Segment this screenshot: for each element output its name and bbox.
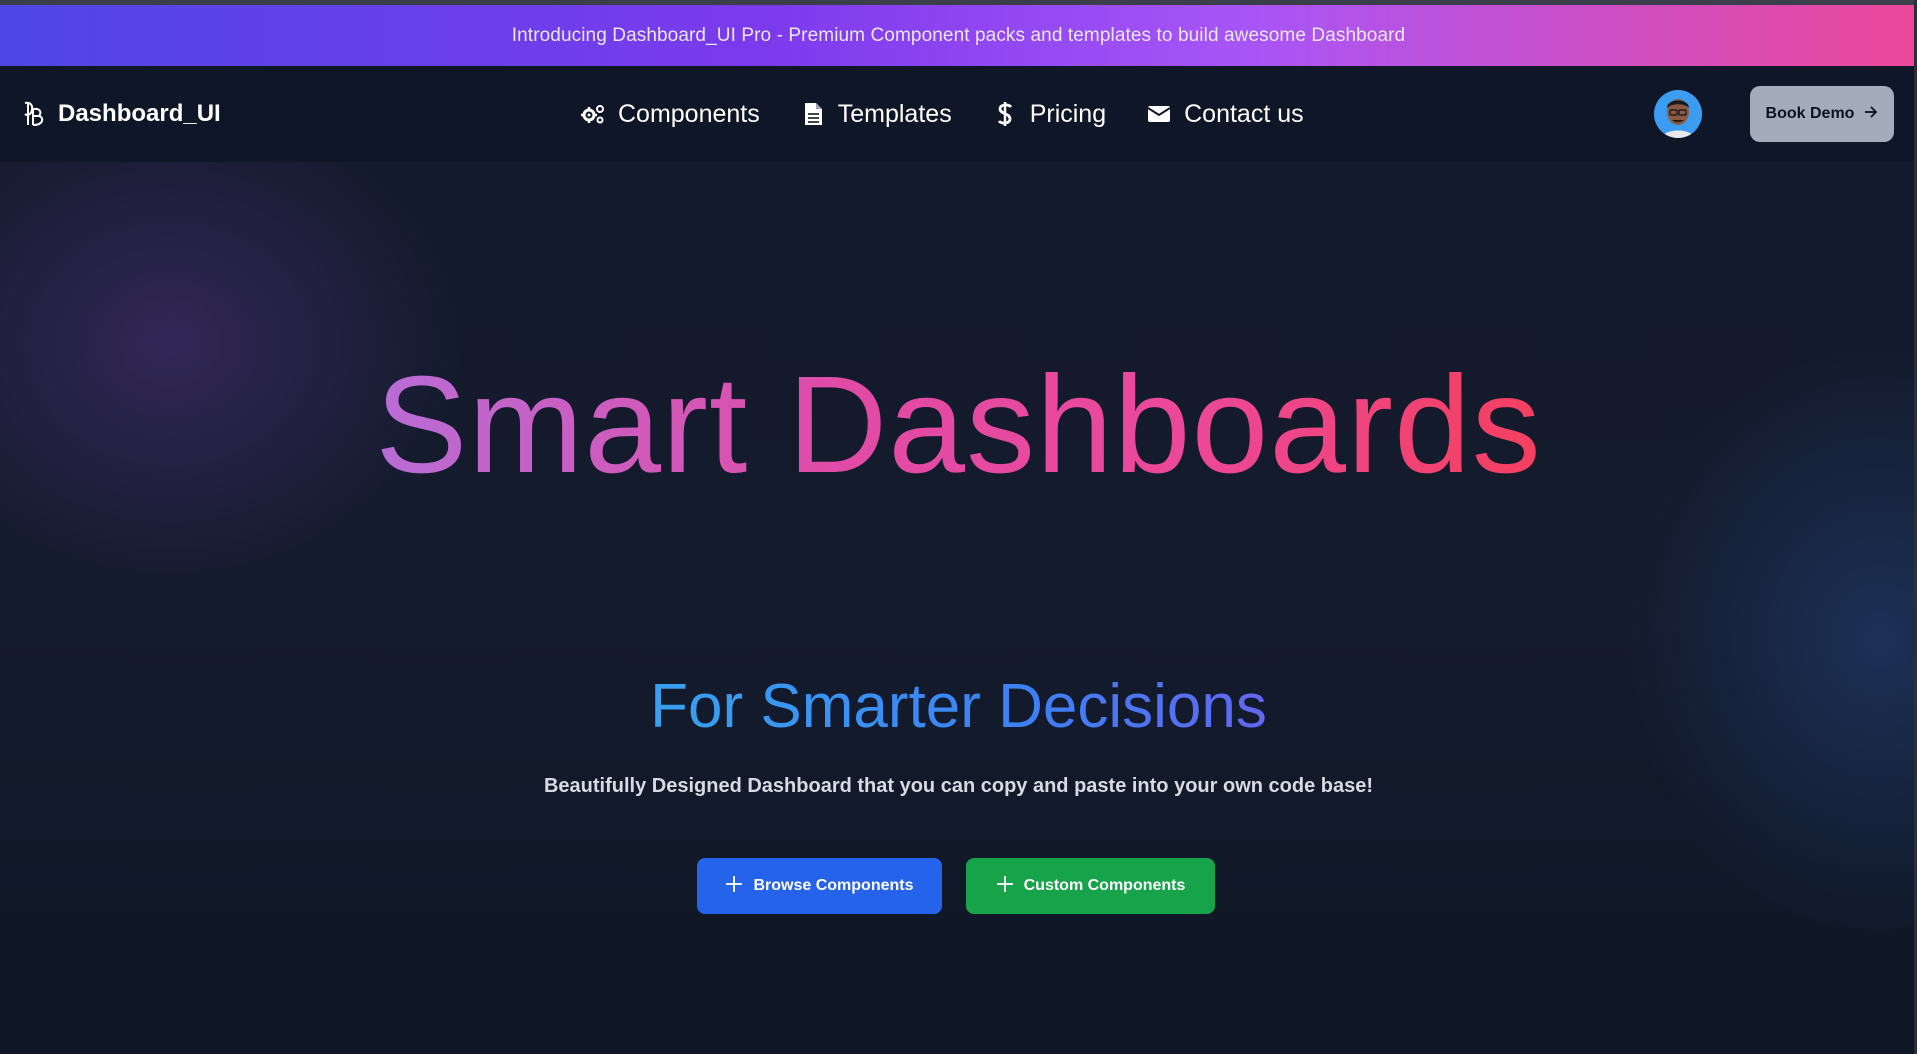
nav-item-label: Contact us	[1184, 99, 1304, 128]
hero-tagline: Beautifully Designed Dashboard that you …	[543, 775, 1374, 797]
hero-subheadline: For Smarter Decisions	[0, 670, 1917, 744]
nav-item-contact[interactable]: Contact us	[1146, 100, 1304, 129]
db-monogram-icon	[18, 97, 52, 131]
avatar[interactable]	[1654, 90, 1702, 138]
arrow-right-icon	[1864, 105, 1878, 123]
plus-icon	[996, 875, 1014, 898]
browse-components-button[interactable]: Browse Components	[697, 858, 942, 914]
nav-item-label: Templates	[837, 99, 952, 128]
nav-item-label: Pricing	[1029, 99, 1107, 128]
custom-components-label: Custom Components	[1023, 877, 1186, 894]
announcement-bar[interactable]: Introducing Dashboard_UI Pro - Premium C…	[0, 5, 1917, 66]
page: Introducing Dashboard_UI Pro - Premium C…	[0, 0, 1917, 1054]
main-nav: Components Templates Pricing Contact us	[580, 94, 1344, 134]
navbar: Dashboard_UI Components Templates Pricin…	[0, 66, 1917, 162]
announcement-text[interactable]: Introducing Dashboard_UI Pro - Premium C…	[512, 25, 1405, 47]
hero-subheadline-text: For Smarter Decisions	[650, 672, 1267, 741]
hero-section	[0, 162, 1917, 1054]
nav-item-label: Components	[618, 99, 760, 128]
nav-item-components[interactable]: Components	[580, 100, 760, 129]
brand[interactable]: Dashboard_UI	[18, 94, 221, 134]
plus-icon	[725, 875, 743, 898]
book-demo-label: Book Demo	[1765, 105, 1855, 122]
dollar-icon	[992, 101, 1018, 127]
book-demo-button[interactable]: Book Demo	[1750, 86, 1894, 142]
envelope-icon	[1146, 101, 1172, 127]
gears-icon	[580, 101, 606, 127]
hero-headline-text: Smart Dashboards	[375, 348, 1542, 502]
document-icon	[800, 101, 826, 127]
custom-components-button[interactable]: Custom Components	[966, 858, 1215, 914]
nav-item-pricing[interactable]: Pricing	[992, 100, 1106, 129]
browse-components-label: Browse Components	[753, 877, 914, 894]
nav-item-templates[interactable]: Templates	[800, 100, 952, 129]
brand-name: Dashboard_UI	[58, 100, 221, 127]
hero-headline: Smart Dashboards	[0, 345, 1917, 505]
